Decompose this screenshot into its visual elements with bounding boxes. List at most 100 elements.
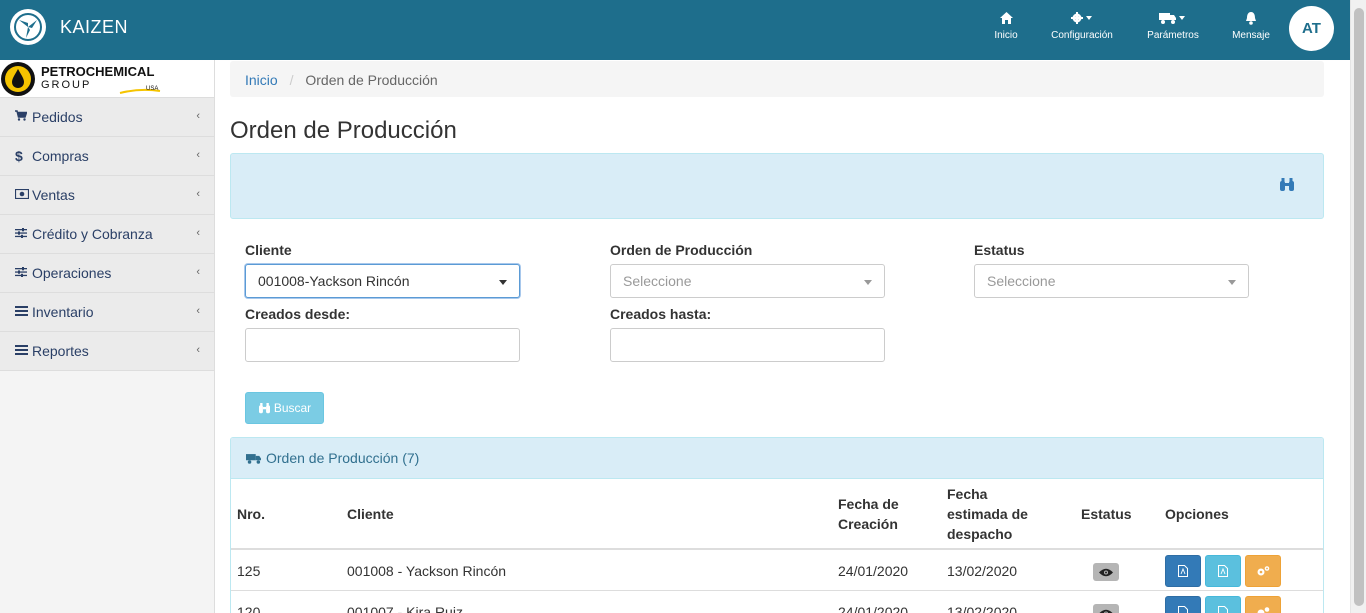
- chevron-left-icon: ‹: [196, 188, 200, 200]
- settings-button[interactable]: [1245, 555, 1281, 587]
- column-header-opciones: Opciones: [1165, 506, 1229, 522]
- sidebar-item-inventario[interactable]: Inventario ‹: [0, 293, 214, 332]
- nav-inicio-label: Inicio: [994, 30, 1018, 41]
- settings-button[interactable]: [1245, 596, 1281, 613]
- sliders-icon: [15, 266, 29, 280]
- company-logo: PETROCHEMICAL GROUP USA: [0, 60, 214, 98]
- truck-icon: [1145, 12, 1201, 30]
- chevron-left-icon: ‹: [196, 266, 200, 278]
- chevron-down-icon: [864, 280, 872, 285]
- cell-fecha-creacion: 24/01/2020: [838, 604, 909, 613]
- page-scrollbar[interactable]: [1350, 0, 1366, 613]
- top-navbar: KAIZEN Inicio Configuración Parámetros M…: [0, 0, 1350, 60]
- orden-select-placeholder: Seleccione: [623, 273, 692, 289]
- cell-fecha-despacho: 13/02/2020: [947, 563, 1018, 579]
- file-pdf-icon: [1178, 606, 1188, 613]
- sidebar-item-pedidos[interactable]: Pedidos ‹: [0, 98, 214, 137]
- view-status-button[interactable]: [1093, 563, 1119, 581]
- cell-fecha-creacion: 24/01/2020: [838, 563, 909, 579]
- creados-desde-label: Creados desde:: [245, 306, 351, 322]
- sidebar-item-operaciones[interactable]: Operaciones ‹: [0, 254, 214, 293]
- page-title: Orden de Producción: [230, 117, 457, 144]
- column-header-cliente[interactable]: Cliente: [347, 504, 394, 524]
- list-icon: [15, 305, 29, 319]
- chevron-down-icon: [499, 280, 507, 285]
- creados-hasta-label: Creados hasta:: [610, 306, 712, 322]
- results-header: Orden de Producción (7): [231, 438, 1323, 479]
- file-pdf-icon: [1178, 565, 1188, 577]
- creados-desde-input[interactable]: [245, 328, 520, 362]
- list-icon: [15, 344, 29, 358]
- sidebar-item-compras[interactable]: $ Compras ‹: [0, 137, 214, 176]
- column-header-fecha-creacion[interactable]: Fecha de Creación: [838, 494, 918, 534]
- svg-text:PETROCHEMICAL: PETROCHEMICAL: [41, 64, 154, 79]
- chevron-left-icon: ‹: [196, 344, 200, 356]
- pdf-button[interactable]: [1165, 555, 1201, 587]
- nav-mensaje-label: Mensaje: [1232, 30, 1270, 41]
- column-header-estatus[interactable]: Estatus: [1081, 504, 1132, 524]
- money-icon: [14, 188, 30, 202]
- user-avatar[interactable]: AT: [1289, 6, 1334, 51]
- binoculars-icon[interactable]: [1279, 178, 1295, 195]
- pdf-alt-button[interactable]: [1205, 596, 1241, 613]
- sidebar-item-label: Compras: [32, 148, 89, 164]
- results-title: Orden de Producción (7): [266, 450, 420, 466]
- chevron-left-icon: ‹: [196, 305, 200, 317]
- file-pdf-icon: [1218, 606, 1228, 613]
- chevron-left-icon: ‹: [196, 110, 200, 122]
- nav-parametros[interactable]: Parámetros: [1145, 12, 1201, 41]
- svg-text:USA: USA: [146, 86, 158, 92]
- creados-hasta-input[interactable]: [610, 328, 885, 362]
- pdf-button[interactable]: [1165, 596, 1201, 613]
- file-pdf-icon: [1218, 565, 1228, 577]
- petrochemical-logo-icon: PETROCHEMICAL GROUP USA: [1, 62, 161, 96]
- nav-inicio[interactable]: Inicio: [992, 12, 1020, 41]
- sidebar: PETROCHEMICAL GROUP USA Pedidos ‹ $ Comp…: [0, 60, 215, 613]
- sidebar-item-ventas[interactable]: Ventas ‹: [0, 176, 214, 215]
- sidebar-item-label: Crédito y Cobranza: [32, 226, 153, 242]
- sidebar-item-label: Reportes: [32, 343, 89, 359]
- eye-icon: [1099, 568, 1113, 576]
- chevron-left-icon: ‹: [196, 149, 200, 161]
- filter-panel: [230, 153, 1324, 219]
- dollar-icon: $: [15, 148, 23, 164]
- sidebar-item-credito[interactable]: Crédito y Cobranza ‹: [0, 215, 214, 254]
- breadcrumb-home-link[interactable]: Inicio: [245, 72, 278, 88]
- orden-label: Orden de Producción: [610, 242, 753, 258]
- eye-icon: [1099, 609, 1113, 613]
- cell-cliente: 001008 - Yackson Rincón: [347, 563, 507, 579]
- gear-icon: [1049, 12, 1115, 30]
- app-name: KAIZEN: [60, 16, 129, 37]
- sidebar-item-label: Operaciones: [32, 265, 112, 281]
- nav-configuracion[interactable]: Configuración: [1049, 12, 1115, 41]
- nav-mensaje[interactable]: Mensaje: [1231, 12, 1271, 41]
- results-panel: Orden de Producción (7) Nro. Cliente Fec…: [230, 437, 1324, 613]
- nav-configuracion-label: Configuración: [1051, 30, 1113, 41]
- cell-cliente: 001007 - Kira Ruiz: [347, 604, 463, 613]
- cell-nro: 120: [237, 604, 261, 613]
- gears-icon: [1257, 607, 1270, 613]
- estatus-select[interactable]: Seleccione: [974, 264, 1249, 298]
- view-status-button[interactable]: [1093, 604, 1119, 613]
- sidebar-item-label: Inventario: [32, 304, 94, 320]
- sidebar-item-reportes[interactable]: Reportes ‹: [0, 332, 214, 371]
- kaizen-logo-icon: [10, 9, 46, 45]
- cart-icon: [15, 110, 29, 124]
- breadcrumb: Inicio / Orden de Producción: [230, 61, 1324, 97]
- breadcrumb-separator: /: [289, 72, 294, 88]
- pdf-alt-button[interactable]: [1205, 555, 1241, 587]
- brand[interactable]: KAIZEN: [10, 9, 128, 45]
- breadcrumb-current: Orden de Producción: [305, 72, 438, 88]
- buscar-button-label: Buscar: [273, 401, 312, 415]
- truck-icon: [246, 453, 261, 464]
- column-header-nro[interactable]: Nro.: [237, 504, 265, 524]
- estatus-label: Estatus: [974, 242, 1025, 258]
- estatus-select-placeholder: Seleccione: [987, 273, 1056, 289]
- scrollbar-thumb[interactable]: [1354, 8, 1364, 606]
- column-header-fecha-despacho[interactable]: Fecha estimada de despacho: [947, 484, 1042, 544]
- sidebar-item-label: Ventas: [32, 187, 75, 203]
- cliente-select[interactable]: 001008-Yackson Rincón: [245, 264, 520, 298]
- chevron-left-icon: ‹: [196, 227, 200, 239]
- buscar-button[interactable]: Buscar: [245, 392, 324, 424]
- orden-select[interactable]: Seleccione: [610, 264, 885, 298]
